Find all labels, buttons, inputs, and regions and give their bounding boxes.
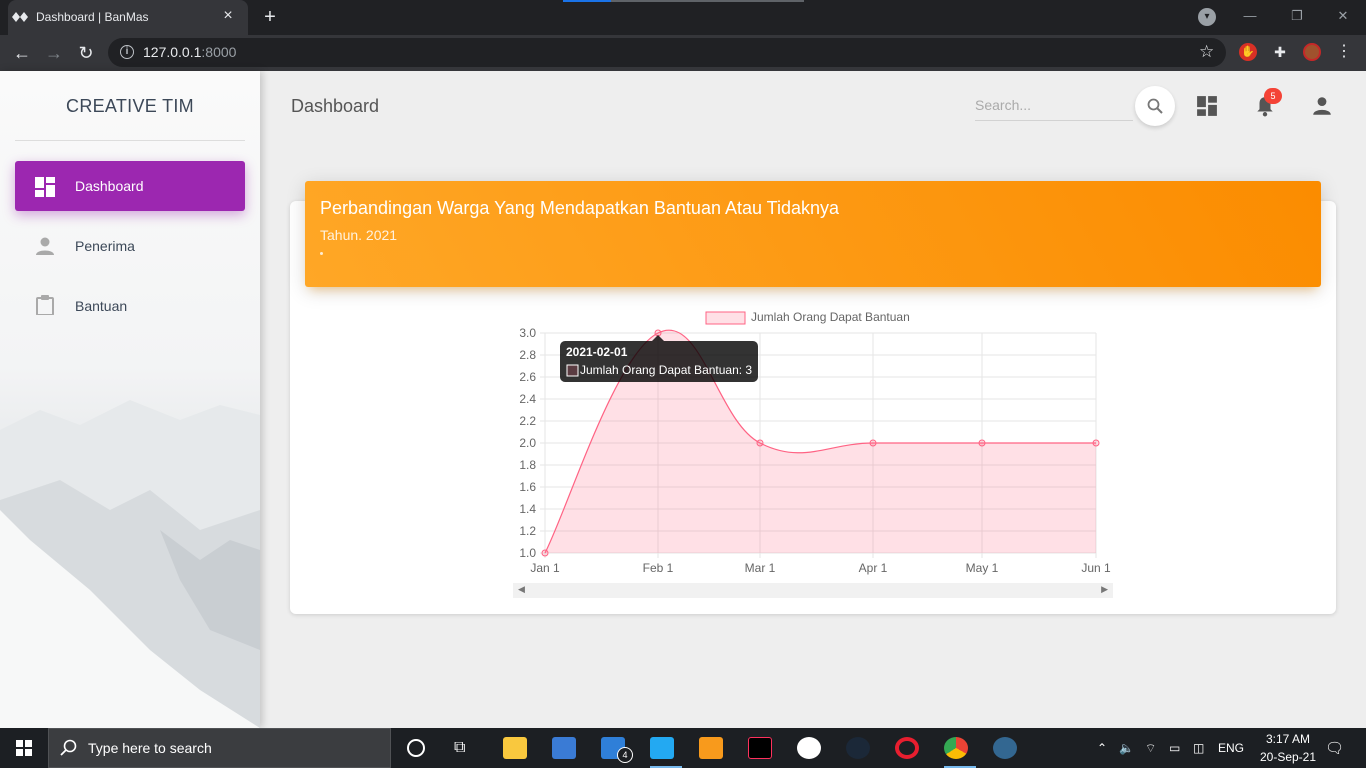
legend-swatch	[705, 311, 746, 325]
person-icon	[36, 237, 54, 255]
extension-hand-icon[interactable]: ✋	[1239, 43, 1257, 61]
card-subtitle: Tahun. 2021	[320, 227, 398, 243]
y-tick-label: 2.8	[519, 348, 536, 362]
x-tick-label: Feb 1	[643, 561, 674, 575]
forward-button[interactable]: →	[42, 41, 66, 65]
y-tick-label: 1.8	[519, 458, 536, 472]
clock-time[interactable]: 3:17 AM	[1258, 732, 1318, 746]
notification-center-icon[interactable]: 🗨	[1325, 739, 1344, 757]
sidebar-item-label: Bantuan	[75, 298, 128, 314]
area-chart[interactable]: 3.0 2.8 2.6 2.4 2.2 2.0 1.8 1.6 1.4 1.2 1.0Jan 1 Fe…	[500, 304, 1120, 600]
app-icon[interactable]	[797, 737, 821, 759]
url-host: 127.0.0.1	[143, 44, 202, 60]
x-tick-label: Apr 1	[859, 561, 888, 575]
store-icon[interactable]	[552, 737, 576, 759]
search-input[interactable]	[975, 90, 1133, 121]
close-window-button[interactable]: ✕	[1331, 6, 1355, 26]
tooltip-title: 2021-02-01	[566, 345, 628, 359]
minimize-button[interactable]: —	[1238, 6, 1262, 26]
back-button[interactable]: ←	[10, 41, 34, 65]
x-tick-label: Mar 1	[745, 561, 776, 575]
steam-icon[interactable]	[846, 737, 870, 759]
data-point	[541, 549, 549, 557]
address-bar[interactable]	[108, 38, 1226, 67]
search-button[interactable]	[1135, 86, 1175, 126]
tab-search-icon[interactable]: ▾	[1198, 8, 1216, 26]
sidebar-item-label: Dashboard	[75, 178, 144, 194]
language-indicator[interactable]: ENG	[1218, 741, 1244, 755]
bookmark-star-icon[interactable]: ☆	[1199, 42, 1214, 62]
y-tick-label: 2.4	[519, 392, 536, 406]
search-icon	[60, 739, 77, 756]
data-point	[1092, 439, 1100, 447]
task-view-icon[interactable]: ⧉	[454, 739, 465, 757]
wifi-icon[interactable]: ⌔	[1145, 741, 1156, 756]
data-point	[756, 439, 764, 447]
scroll-right-arrow-icon[interactable]: ▶	[1101, 584, 1108, 595]
cortana-icon[interactable]	[407, 739, 425, 757]
x-tick-label: May 1	[966, 561, 999, 575]
sublime-text-icon[interactable]	[699, 737, 723, 759]
search-icon	[1147, 98, 1163, 114]
new-tab-button[interactable]: +	[258, 5, 282, 29]
dashboard-apps-icon[interactable]	[1196, 95, 1218, 117]
postgresql-icon[interactable]	[993, 737, 1017, 759]
sidebar-item-label: Penerima	[75, 238, 135, 254]
tab-strip-indicator	[563, 0, 611, 2]
mail-badge: 4	[617, 747, 633, 763]
card-header-bullet	[320, 252, 323, 255]
brand-logo-text[interactable]: CREATIVE TIM	[0, 96, 260, 117]
site-info-icon[interactable]: i	[120, 45, 134, 59]
favicon-icon	[12, 12, 28, 22]
vscode-icon[interactable]	[650, 737, 674, 759]
dashboard-icon	[35, 177, 55, 197]
legend-label: Jumlah Orang Dapat Bantuan	[751, 310, 910, 324]
tooltip-swatch	[566, 364, 579, 377]
intellij-icon[interactable]	[748, 737, 772, 759]
chart-horizontal-scrollbar[interactable]: ◀ ▶	[513, 583, 1113, 598]
card-title: Perbandingan Warga Yang Mendapatkan Bant…	[320, 198, 840, 218]
y-tick-label: 1.6	[519, 480, 536, 494]
restore-button[interactable]: ❐	[1285, 6, 1309, 26]
tray-overflow-icon[interactable]: ⌃	[1097, 741, 1107, 755]
tooltip-label: Jumlah Orang Dapat Bantuan: 3	[580, 363, 752, 377]
y-tick-label: 3.0	[519, 326, 536, 340]
y-tick-label: 1.0	[519, 546, 536, 560]
clock-date[interactable]: 20-Sep-21	[1252, 750, 1324, 764]
battery-icon[interactable]: ▭	[1169, 741, 1180, 755]
opera-icon[interactable]	[895, 737, 919, 759]
divider	[15, 140, 245, 141]
notification-badge: 5	[1264, 88, 1282, 104]
url-port: :8000	[201, 44, 237, 60]
reload-button[interactable]: ↻	[74, 41, 98, 65]
y-tick-label: 1.2	[519, 524, 536, 538]
chrome-icon[interactable]	[944, 737, 968, 759]
data-point	[978, 439, 986, 447]
windows-start-icon[interactable]	[0, 728, 48, 768]
menu-dots-icon[interactable]: ⋮	[1335, 43, 1353, 61]
screen-icon[interactable]: ◫	[1193, 741, 1204, 755]
page-title[interactable]: Dashboard	[291, 96, 379, 117]
y-tick-label: 2.0	[519, 436, 536, 450]
volume-icon[interactable]: 🔈	[1119, 741, 1134, 755]
data-point	[869, 439, 877, 447]
tab-close-icon[interactable]: ×	[218, 6, 238, 26]
profile-avatar[interactable]	[1303, 43, 1321, 61]
x-tick-label: Jan 1	[530, 561, 560, 575]
extensions-puzzle-icon[interactable]: ✚	[1271, 43, 1289, 61]
user-profile-icon[interactable]	[1311, 95, 1333, 117]
url-text[interactable]: 127.0.0.1:8000	[143, 44, 236, 60]
x-tick-label: Jun 1	[1081, 561, 1111, 575]
card-header	[305, 181, 1321, 287]
tab-strip-indicator-secondary	[611, 0, 804, 2]
tab-title: Dashboard | BanMas	[36, 10, 149, 24]
y-tick-label: 1.4	[519, 502, 536, 516]
clipboard-icon	[36, 295, 54, 315]
y-tick-label: 2.6	[519, 370, 536, 384]
sidebar-background-image	[0, 400, 260, 728]
y-tick-label: 2.2	[519, 414, 536, 428]
scroll-left-arrow-icon[interactable]: ◀	[518, 584, 525, 595]
file-explorer-icon[interactable]	[503, 737, 527, 759]
taskbar-search-text[interactable]: Type here to search	[88, 740, 212, 756]
